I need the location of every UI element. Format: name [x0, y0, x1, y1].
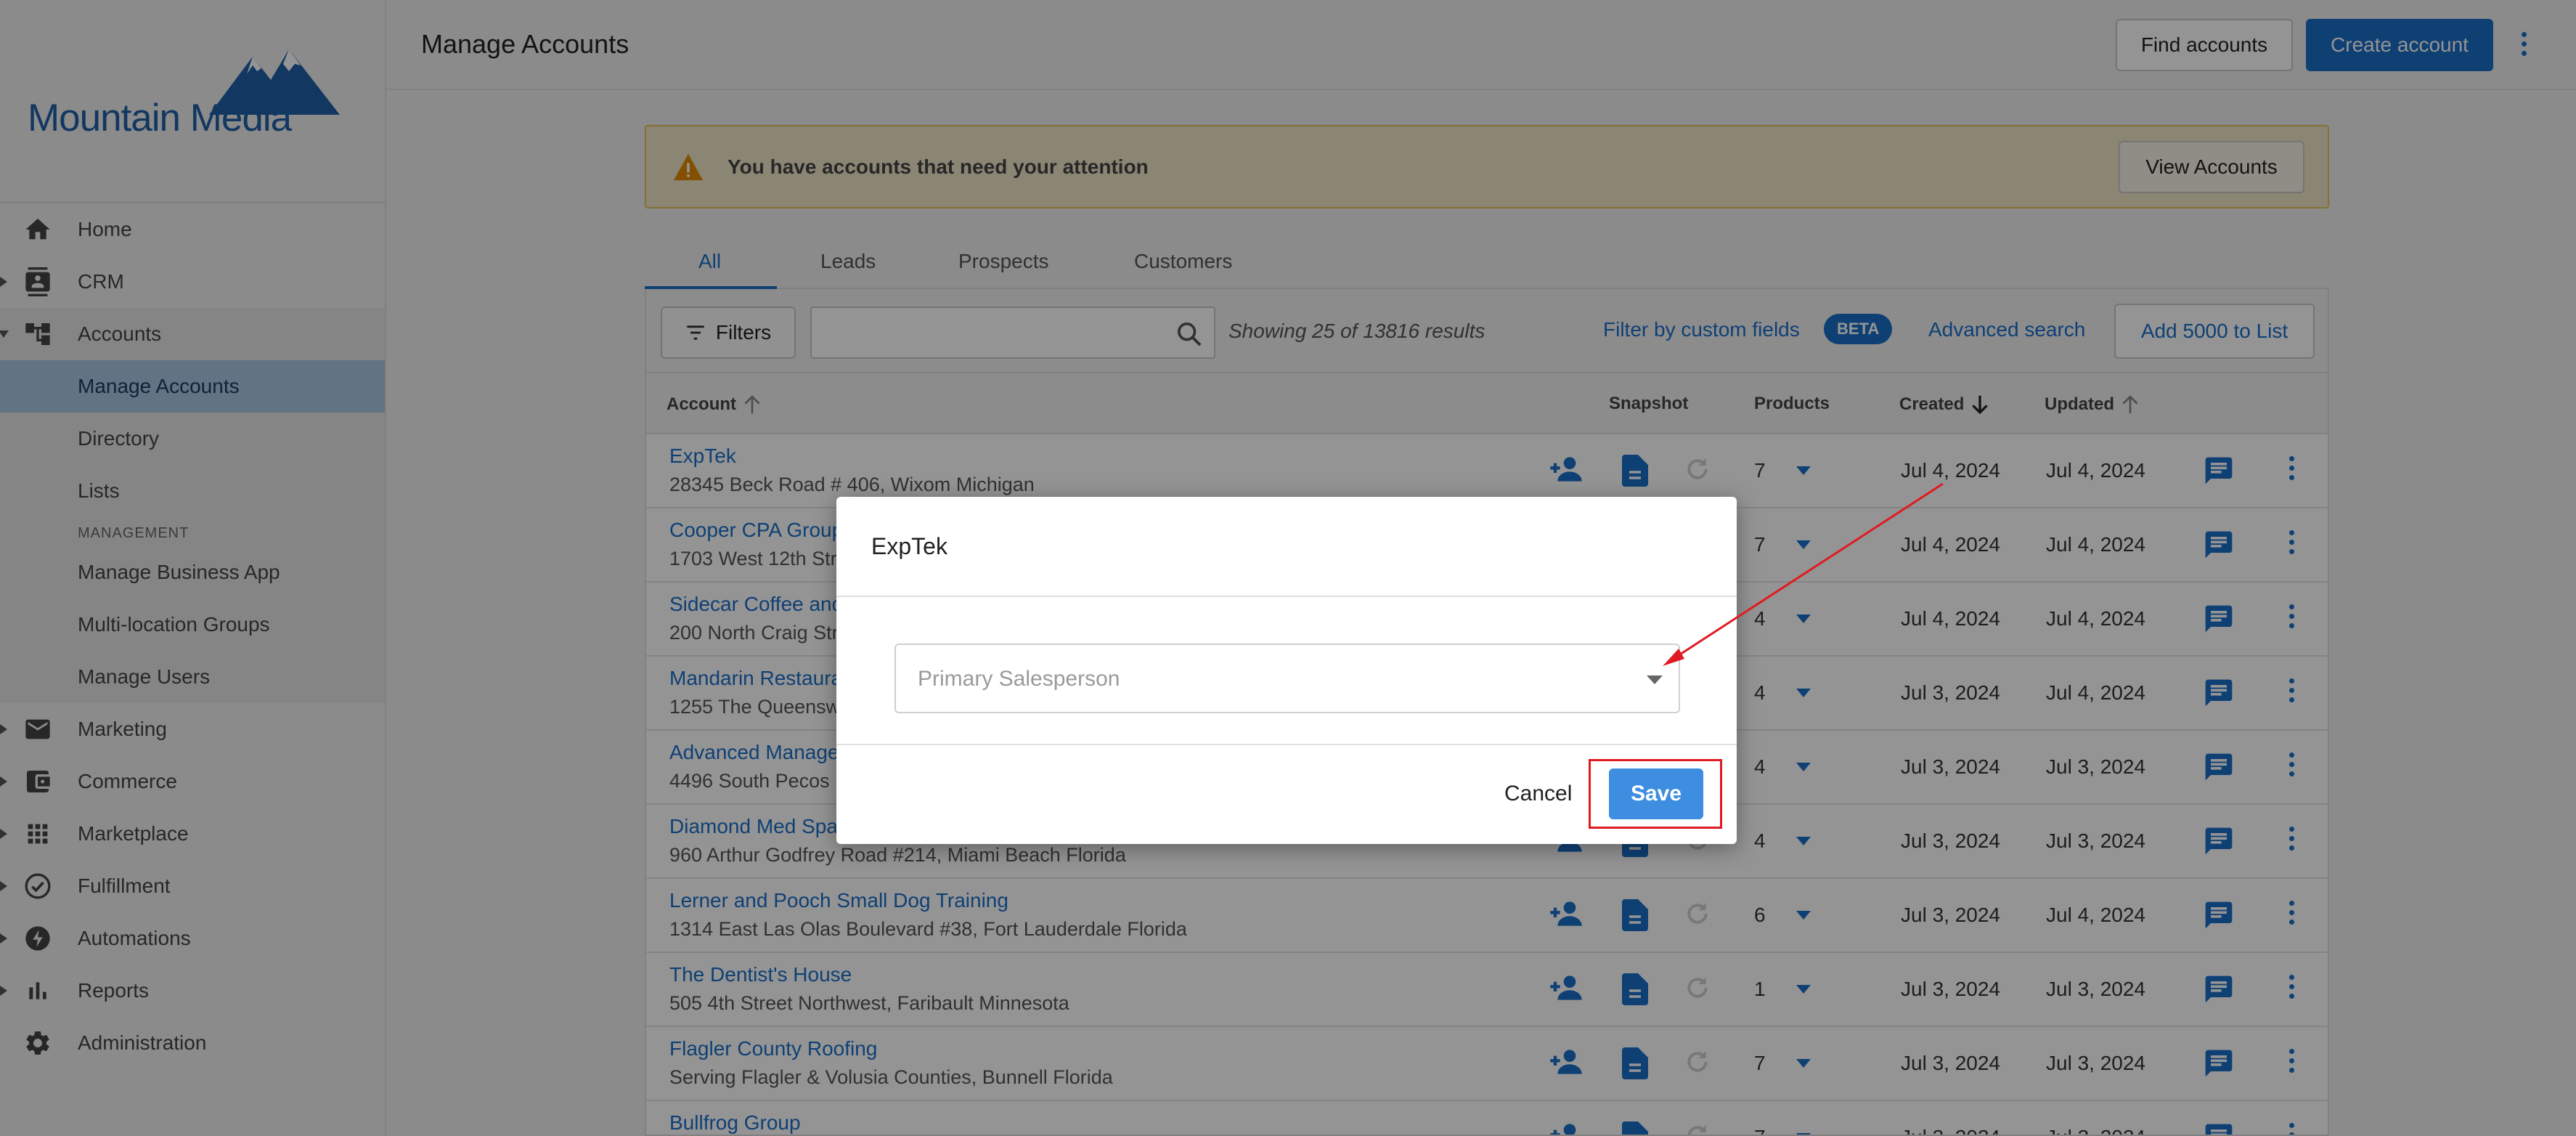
dialog-divider [836, 744, 1737, 745]
select-placeholder: Primary Salesperson [918, 667, 1120, 691]
dialog-title: ExpTek [871, 533, 947, 559]
primary-salesperson-select[interactable]: Primary Salesperson [894, 644, 1680, 713]
annotation-highlight-box [1589, 759, 1722, 829]
dialog-divider [836, 596, 1737, 597]
dropdown-arrow-icon [1647, 675, 1663, 684]
cancel-button[interactable]: Cancel [1504, 782, 1572, 806]
